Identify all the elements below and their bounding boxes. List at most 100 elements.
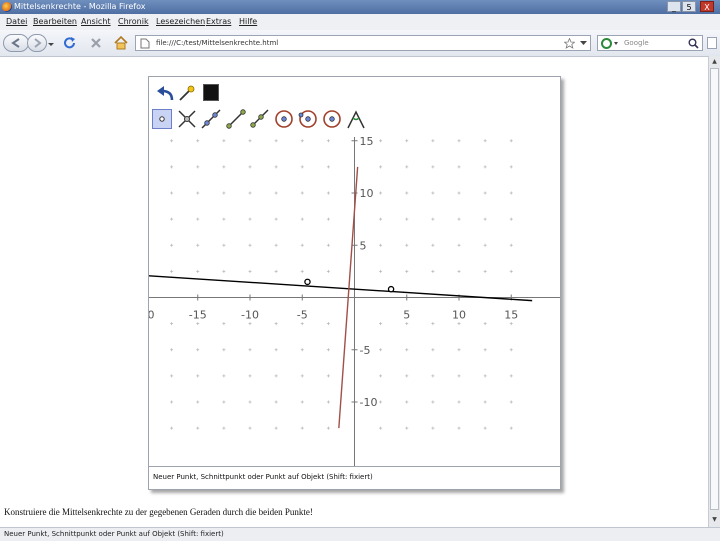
grid-mark xyxy=(405,243,409,247)
grid-mark xyxy=(431,165,435,169)
grid-mark xyxy=(509,322,513,326)
forward-button[interactable] xyxy=(27,34,47,52)
grid-mark xyxy=(405,400,409,404)
grid-mark xyxy=(379,426,383,430)
grid-mark xyxy=(274,165,278,169)
menu-chronik[interactable]: Chronik xyxy=(118,17,149,27)
grid-mark xyxy=(248,191,252,195)
grid-mark xyxy=(457,139,461,143)
browser-status-text: Neuer Punkt, Schnittpunkt oder Punkt auf… xyxy=(4,530,224,538)
grid-mark xyxy=(170,269,174,273)
grid-mark xyxy=(196,217,200,221)
task-instruction: Konstruiere die Mittelsenkrechte zu der … xyxy=(4,507,313,517)
grid-mark xyxy=(274,217,278,221)
menu-bearbeiten[interactable]: Bearbeiten xyxy=(33,17,77,27)
grid-mark xyxy=(483,426,487,430)
grid-mark xyxy=(196,426,200,430)
grid-mark xyxy=(196,400,200,404)
home-icon[interactable] xyxy=(113,35,129,50)
search-icon[interactable] xyxy=(688,38,699,49)
search-engine-icon[interactable] xyxy=(601,38,619,49)
url-bar[interactable]: file:///C:/test/Mittelsenkrechte.html xyxy=(135,35,591,51)
menu-datei[interactable]: Datei xyxy=(6,17,27,27)
grid-mark xyxy=(509,269,513,273)
x-tick-label: 15 xyxy=(504,309,518,322)
grid-mark xyxy=(274,322,278,326)
grid-mark xyxy=(405,348,409,352)
grid-mark xyxy=(326,269,330,273)
grid-mark xyxy=(431,322,435,326)
grid-mark xyxy=(457,243,461,247)
back-arrow-icon xyxy=(11,38,20,48)
undo-icon[interactable] xyxy=(154,85,176,103)
grid-mark xyxy=(274,348,278,352)
grid-mark xyxy=(326,217,330,221)
segment-tool-icon[interactable] xyxy=(225,108,247,130)
grid-mark xyxy=(431,243,435,247)
grid-mark xyxy=(196,191,200,195)
ray-tool-icon[interactable] xyxy=(248,108,270,130)
circle-three-points-icon[interactable] xyxy=(297,108,319,130)
page-scrollbar[interactable]: ▲ ▼ xyxy=(708,56,720,527)
intersect-tool-icon[interactable] xyxy=(176,108,198,130)
menu-ansicht[interactable]: Ansicht xyxy=(81,17,111,27)
grid-mark xyxy=(483,191,487,195)
graphics-view[interactable]: -20 -15 -10 -5 5 10 15 15 10 5 -5 -10 xyxy=(149,137,560,466)
grid-mark xyxy=(509,348,513,352)
grid-mark xyxy=(483,400,487,404)
scroll-thumb[interactable] xyxy=(710,68,719,510)
minimize-button[interactable]: _ xyxy=(667,1,681,12)
maximize-button[interactable]: 5 xyxy=(682,1,696,12)
menu-hilfe[interactable]: Hilfe xyxy=(239,17,257,27)
grid-mark xyxy=(431,426,435,430)
grid-mark xyxy=(196,322,200,326)
point-tool-icon[interactable] xyxy=(152,109,172,129)
applet-status-bar: Neuer Punkt, Schnittpunkt oder Punkt auf… xyxy=(149,466,560,489)
grid-mark xyxy=(300,243,304,247)
grid-mark xyxy=(170,374,174,378)
grid-mark xyxy=(379,217,383,221)
move-icon[interactable] xyxy=(177,83,197,103)
stop-icon[interactable] xyxy=(89,36,103,50)
history-dropdown-icon[interactable] xyxy=(47,42,55,48)
grid-mark xyxy=(300,322,304,326)
grid-mark xyxy=(326,322,330,326)
grid-mark xyxy=(509,217,513,221)
menu-extras[interactable]: Extras xyxy=(206,17,231,27)
angle-tool-icon[interactable] xyxy=(345,108,367,130)
grid-mark xyxy=(196,348,200,352)
bookmark-star-icon[interactable] xyxy=(564,38,575,49)
grid-mark xyxy=(248,374,252,378)
color-square-icon[interactable] xyxy=(203,84,219,101)
grid-mark xyxy=(274,191,278,195)
y-tick-label: 10 xyxy=(360,187,374,200)
reload-icon[interactable] xyxy=(63,36,77,50)
grid-mark xyxy=(248,322,252,326)
grid-mark xyxy=(300,191,304,195)
grid-mark xyxy=(483,374,487,378)
x-tick-label: 5 xyxy=(403,309,410,322)
grid-mark xyxy=(248,348,252,352)
menu-lesezeichen[interactable]: Lesezeichen xyxy=(156,17,205,27)
scroll-up-arrow-icon[interactable]: ▲ xyxy=(709,57,720,67)
close-button[interactable]: X xyxy=(700,1,714,12)
grid-mark xyxy=(196,165,200,169)
line-tool-icon[interactable] xyxy=(200,108,222,130)
toolbar-overflow-button[interactable] xyxy=(707,37,717,49)
circle-center-point-icon[interactable] xyxy=(273,108,295,130)
grid-mark xyxy=(483,139,487,143)
menu-bar: Datei Bearbeiten Ansicht Chronik Lesezei… xyxy=(0,14,720,31)
back-button[interactable] xyxy=(3,34,29,52)
scroll-down-arrow-icon[interactable]: ▼ xyxy=(709,515,720,525)
grid-mark xyxy=(196,269,200,273)
grid-mark xyxy=(405,322,409,326)
x-tick-label: 10 xyxy=(452,309,466,322)
search-bar[interactable]: Google xyxy=(597,35,703,51)
url-dropdown-icon[interactable] xyxy=(580,41,587,46)
grid-mark xyxy=(509,165,513,169)
grid-mark xyxy=(405,374,409,378)
grid-mark xyxy=(379,374,383,378)
grid-mark xyxy=(170,139,174,143)
grid-mark xyxy=(326,243,330,247)
circle-radius-icon[interactable] xyxy=(321,108,343,130)
